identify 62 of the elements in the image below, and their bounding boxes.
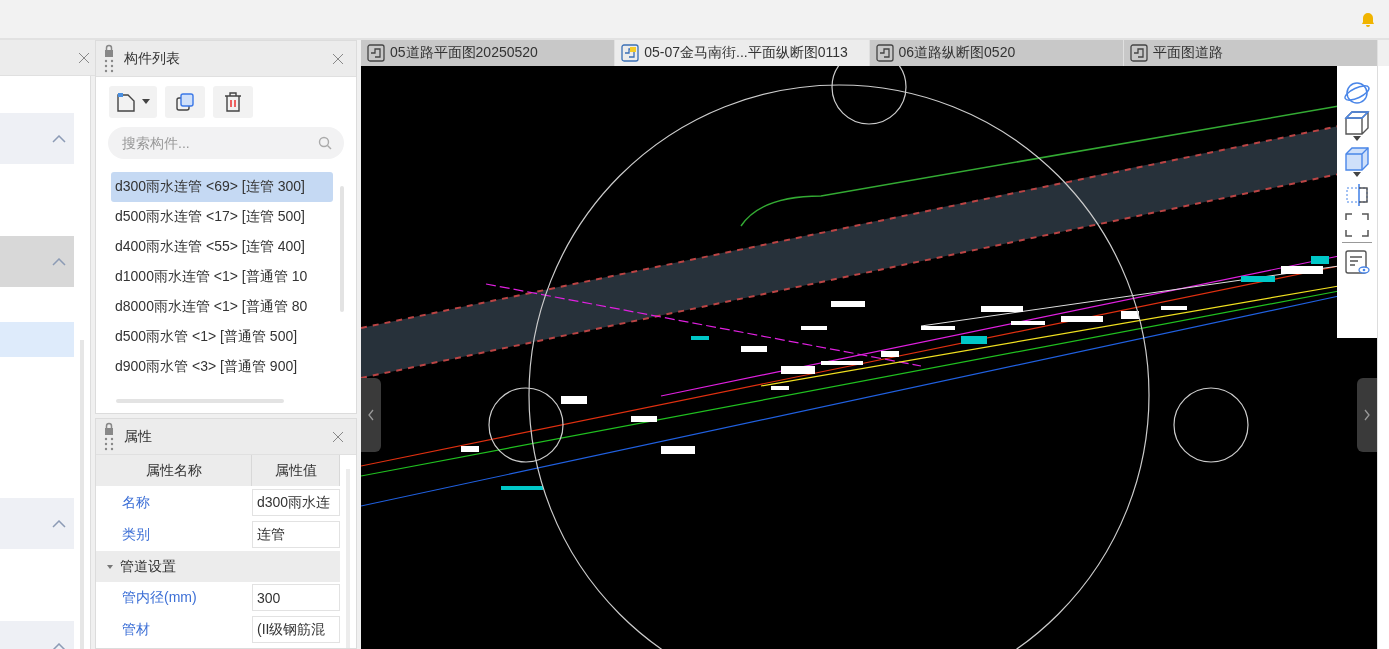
cube-filled-icon [1344,146,1370,172]
orbit-icon [1343,80,1371,106]
caret-down-icon[interactable] [1352,136,1362,142]
close-icon [333,431,343,442]
collapse-left-handle[interactable] [361,378,381,452]
drawing-sheet-icon [875,44,894,62]
property-value-field[interactable]: 300 [252,584,340,611]
chevron-right-icon [1364,409,1370,421]
panel-title: 属性 [124,427,152,446]
lock-drag-icon[interactable] [104,43,114,74]
new-document-icon [115,91,137,113]
chevron-up-icon[interactable] [52,519,66,528]
component-list-item[interactable]: d300雨水连管 <69> [连管 300] [111,172,333,202]
expanded-triangle-icon[interactable] [106,562,114,571]
frame-corners-icon [1344,212,1370,238]
component-list-item[interactable]: d500雨水管 <1> [普通管 500] [111,322,333,352]
property-name: 管材 [121,619,151,639]
component-list-item[interactable]: d1000雨水连管 <1> [普通管 10 [111,262,333,292]
component-list-item[interactable]: d8000雨水连管 <1> [普通管 80 [111,292,333,322]
property-name: 名称 [121,492,151,512]
component-list-item[interactable]: d900雨水管 <3> [普通管 900] [111,352,333,382]
delete-button[interactable] [213,86,253,118]
property-value-field[interactable]: 连管 [252,521,340,548]
drawing-sheet-icon [1129,44,1148,62]
property-name: 管内径(mm) [121,587,198,607]
view-cube-button[interactable] [1342,110,1372,142]
drawing-sheet-icon [367,44,385,62]
copy-button[interactable] [165,86,205,118]
group-label: 管道设置 [120,557,176,576]
collapse-right-handle[interactable] [1357,378,1377,452]
search-icon [318,136,332,150]
panel-title: 构件列表 [124,49,180,68]
close-icon [79,52,89,63]
new-component-button[interactable] [109,86,157,118]
search-field[interactable]: 搜索构件... [108,127,344,159]
column-header: 属性值 [252,455,340,486]
chevron-up-icon[interactable] [52,134,66,143]
property-group-row[interactable]: 管道设置 [96,551,340,582]
section-plane-icon [1344,182,1370,208]
chevron-up-icon[interactable] [52,642,66,649]
bell-icon[interactable] [1359,10,1377,28]
cube-outline-icon [1344,110,1370,136]
property-value-field[interactable]: d300雨水连 [252,489,340,516]
document-eye-icon [1344,249,1370,275]
component-list-item[interactable]: d400雨水连管 <55> [连管 400] [111,232,333,262]
chevron-up-icon[interactable] [52,257,66,266]
column-header: 属性名称 [96,455,252,486]
property-name: 类别 [121,524,151,544]
component-list-item[interactable]: d500雨水连管 <17> [连管 500] [111,202,333,232]
property-value-field[interactable]: (II级钢筋混 [252,616,340,643]
chevron-left-icon [368,409,374,421]
fit-view-button[interactable] [1342,212,1372,238]
copy-icon [174,91,196,113]
drawing-sheet-icon [621,44,640,62]
close-icon [333,53,343,64]
view-list-button[interactable] [1342,242,1372,275]
orbit-button[interactable] [1342,80,1372,106]
lock-drag-icon[interactable] [104,421,114,452]
trash-icon [223,91,243,113]
drawing-tab[interactable]: 05-07金马南街...平面纵断图0113 [615,40,870,66]
shaded-cube-button[interactable] [1342,146,1372,178]
caret-down-icon[interactable] [141,99,151,105]
